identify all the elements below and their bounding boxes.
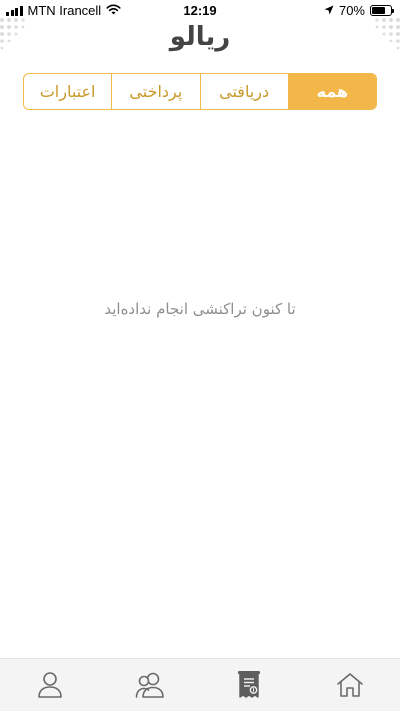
transaction-filter-tabs: اعتبارات پرداختی دریافتی همه bbox=[23, 73, 377, 110]
tab-received[interactable]: دریافتی bbox=[199, 74, 288, 109]
tab-credits[interactable]: اعتبارات bbox=[24, 74, 111, 109]
home-icon bbox=[337, 673, 363, 697]
app-screen: MTN Irancell 12:19 70% ریالو اعتبارات پر… bbox=[0, 0, 400, 711]
app-logo: ریالو bbox=[169, 22, 231, 52]
empty-state-message: تا کنون تراکنشی انجام نداده‌اید bbox=[104, 300, 296, 318]
nav-transactions[interactable] bbox=[220, 659, 280, 711]
profile-icon bbox=[38, 672, 62, 698]
location-arrow-icon bbox=[324, 3, 334, 18]
tab-all[interactable]: همه bbox=[287, 74, 376, 109]
bottom-nav bbox=[0, 658, 400, 711]
nav-contacts[interactable] bbox=[120, 659, 180, 711]
transactions-icon bbox=[238, 671, 260, 698]
status-bar: MTN Irancell 12:19 70% bbox=[0, 0, 400, 20]
battery-fill bbox=[372, 7, 385, 14]
nav-home[interactable] bbox=[320, 659, 380, 711]
nav-profile[interactable] bbox=[20, 659, 80, 711]
tab-payments[interactable]: پرداختی bbox=[111, 74, 199, 109]
contacts-icon bbox=[135, 672, 164, 698]
